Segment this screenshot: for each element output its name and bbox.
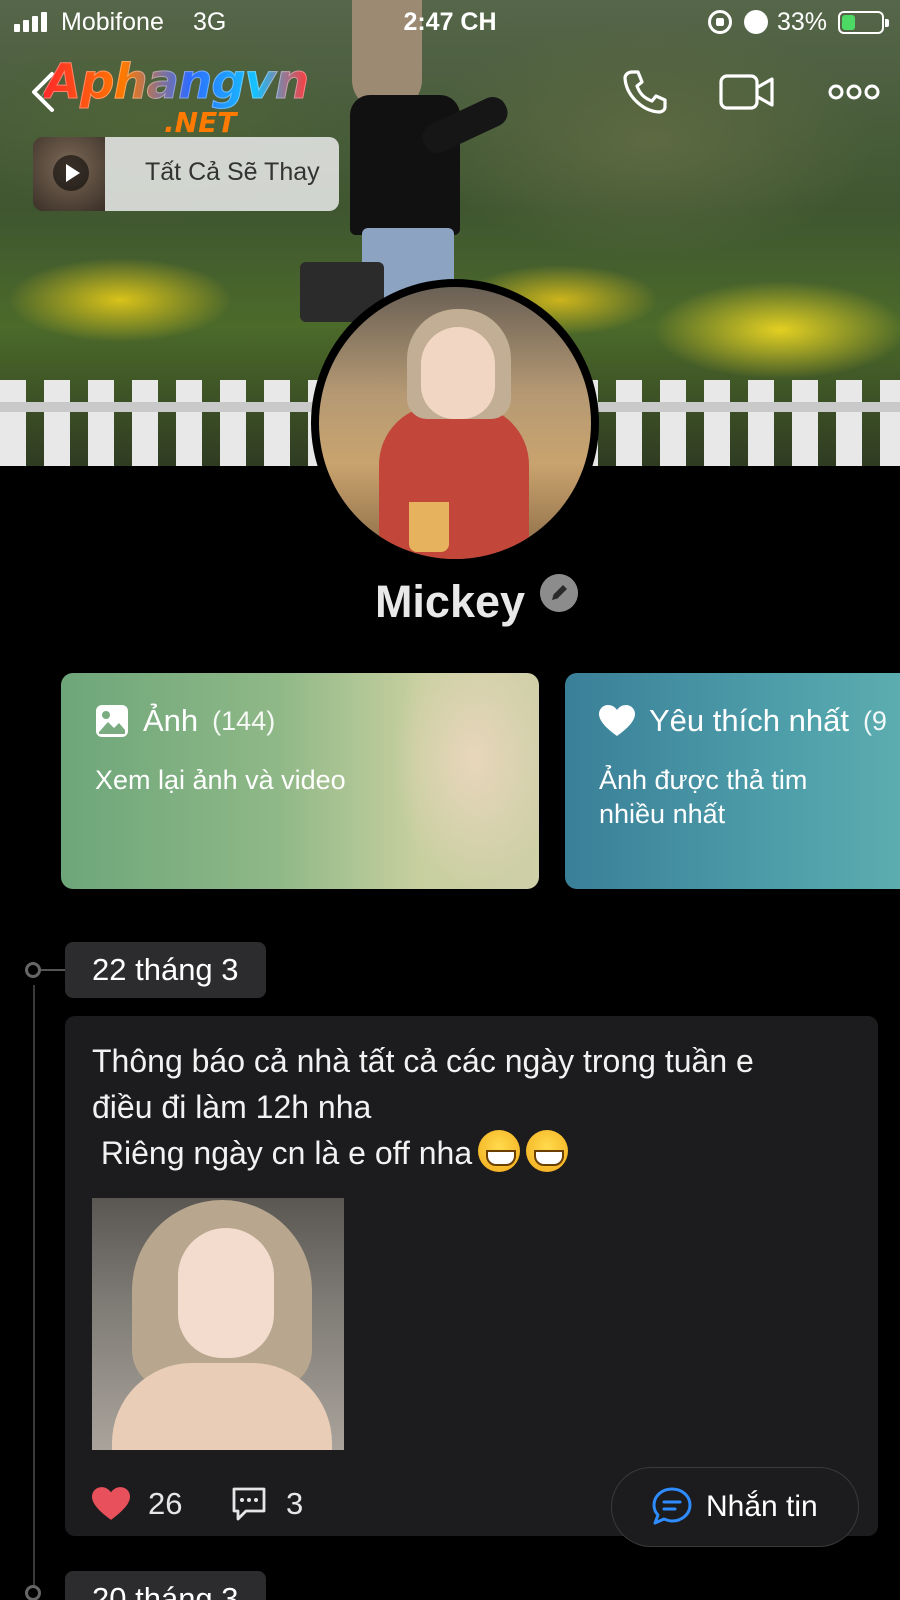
more-icon[interactable] [828, 66, 880, 118]
photos-card-title: Ảnh [143, 703, 199, 738]
favorites-card-count: (9 [862, 705, 887, 736]
profile-music-chip[interactable]: Tất Cả Sẽ Thay [33, 137, 339, 211]
favorites-card-description-line2: nhiều nhất [599, 799, 726, 829]
video-call-icon[interactable] [718, 66, 776, 118]
timeline-post[interactable]: Thông báo cả nhà tất cả các ngày trong t… [65, 1016, 878, 1536]
grinning-emoji-icon [526, 1130, 569, 1172]
heart-filled-icon [92, 1487, 130, 1520]
avatar[interactable] [311, 279, 599, 567]
play-icon[interactable] [53, 155, 89, 191]
battery-icon [838, 11, 889, 34]
edit-name-icon[interactable] [540, 574, 578, 612]
send-message-button[interactable]: Nhắn tin [611, 1467, 859, 1547]
favorites-card[interactable]: Yêu thích nhất (9 Ảnh được thả tim nhiều… [565, 673, 900, 889]
alarm-icon [744, 10, 768, 34]
photos-card-description: Xem lại ảnh và video [95, 765, 346, 795]
status-bar: Mobifone 3G 2:47 CH 33% [0, 0, 900, 46]
message-icon [652, 1487, 692, 1525]
date-chip: 20 tháng 3 [65, 1571, 266, 1600]
like-count: 26 [148, 1486, 183, 1521]
timeline-node [25, 1585, 41, 1600]
send-message-label: Nhắn tin [706, 1490, 818, 1523]
watermark-logo-suffix: .NET [164, 106, 237, 139]
comment-count: 3 [286, 1486, 304, 1521]
photos-card[interactable]: Ảnh (144) Xem lại ảnh và video [61, 673, 539, 889]
comment-button[interactable]: 3 [230, 1486, 303, 1522]
photos-card-count: (144) [212, 705, 276, 736]
profile-name: Mickey [374, 576, 526, 627]
phone-icon[interactable] [618, 66, 670, 118]
timeline-line [33, 985, 35, 1600]
post-text: Thông báo cả nhà tất cả các ngày trong t… [92, 1043, 754, 1172]
post-photo[interactable] [92, 1198, 344, 1450]
favorites-card-title: Yêu thích nhất [649, 703, 849, 738]
grinning-emoji-icon [478, 1130, 521, 1172]
comment-icon [232, 1487, 266, 1521]
rotation-lock-icon [708, 10, 732, 34]
timeline-node [25, 962, 41, 978]
heart-icon [599, 705, 635, 736]
date-chip: 22 tháng 3 [65, 942, 266, 998]
like-button[interactable]: 26 [92, 1486, 182, 1522]
image-icon [96, 705, 128, 737]
music-thumbnail [33, 137, 105, 211]
battery-percent: 33% [777, 8, 828, 36]
music-title: Tất Cả Sẽ Thay [105, 137, 339, 211]
watermark-logo: Aphangvn [43, 54, 309, 111]
favorites-card-description-line1: Ảnh được thả tim [599, 765, 808, 795]
